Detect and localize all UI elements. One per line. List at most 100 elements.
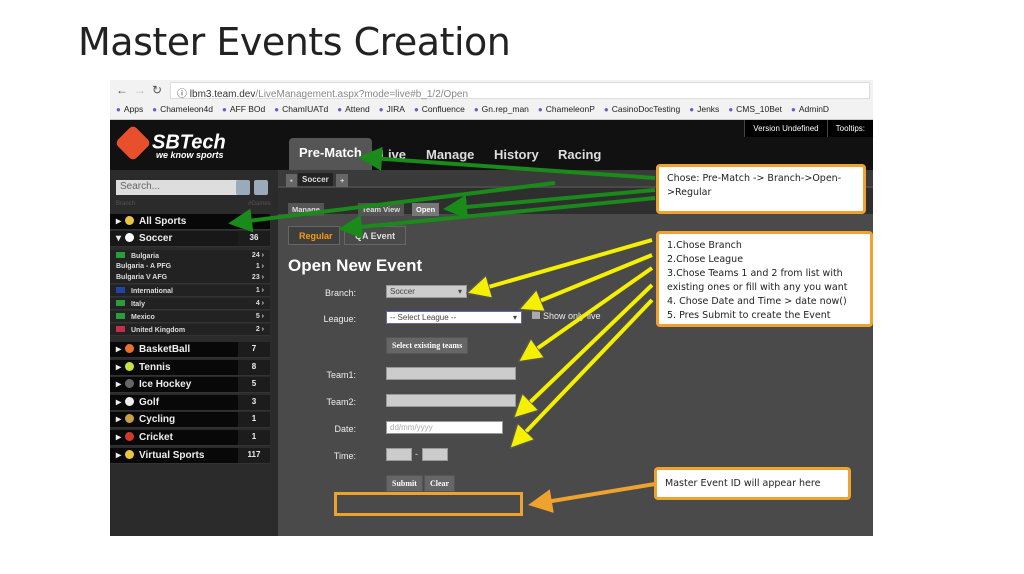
forward-icon[interactable]: → (134, 83, 146, 97)
branch-select[interactable]: Soccer ▾ (386, 285, 467, 298)
add-tab-icon[interactable]: + (336, 174, 349, 187)
bookmark-cms-10bet[interactable]: CMS_10Bet (728, 104, 782, 116)
callout-navigation: Chose: Pre-Match -> Branch->Open->Regula… (656, 164, 866, 214)
bookmark-attend[interactable]: Attend (337, 104, 370, 116)
search-icon[interactable] (236, 180, 250, 195)
step-text: 4. Chose Date and Time > date now() (667, 296, 847, 307)
tab-racing[interactable]: Racing (548, 140, 611, 170)
subtab-open[interactable]: Open (412, 203, 440, 216)
team2-input[interactable] (386, 394, 516, 407)
flag-icon (116, 313, 125, 319)
tab-regular[interactable]: Regular (288, 226, 340, 245)
team2-label: Team2: (326, 397, 356, 407)
sidebar-subitem[interactable]: Italy 4 › (110, 298, 270, 310)
logo-icon (114, 124, 152, 162)
flag-icon (116, 252, 125, 258)
master-event-id-field (334, 492, 523, 516)
hockey-puck-icon (125, 379, 135, 389)
medal-icon (125, 216, 135, 225)
date-input[interactable]: dd/mm/yyyy (386, 421, 503, 434)
time-separator: - (415, 449, 418, 459)
select-existing-teams-button[interactable]: Select existing teams (386, 337, 469, 354)
league-select[interactable]: -- Select League -- ▾ (386, 311, 522, 324)
bookmark-casinodoctesting[interactable]: CasinoDocTesting (604, 104, 681, 116)
url-input[interactable]: ⓘ lbm3.team.dev/LiveManagement.aspx?mode… (170, 82, 870, 100)
sidebar-subitem[interactable]: International 1 › (110, 285, 270, 297)
callout-steps: 1.Chose Branch 2.Chose League 3.Chose Team… (656, 231, 873, 327)
bookmark-chameleonp[interactable]: ChameleonP (538, 104, 595, 116)
sidebar-item-all-sports[interactable]: ▸ All Sports (110, 214, 270, 230)
sidebar-item-virtual-sports[interactable]: ▸ Virtual Sports 117 (110, 447, 270, 464)
callout-master-id: Master Event ID will appear here (654, 467, 851, 500)
branch-tab-soccer[interactable]: Soccer (298, 173, 333, 186)
sbtech-logo: SBTech we know sports (114, 124, 226, 162)
step-text: 1.Chose Branch (667, 240, 742, 251)
checkbox-icon (532, 311, 540, 319)
dropdown-icon: ▾ (512, 313, 517, 322)
bookmark-admind[interactable]: AdminD (791, 104, 829, 116)
branch-label: Branch: (324, 288, 356, 298)
flag-icon (116, 287, 125, 293)
refresh-icon[interactable] (254, 180, 268, 195)
team1-input[interactable] (386, 367, 516, 380)
bookmark-jenks[interactable]: Jenks (689, 104, 719, 116)
soccer-ball-icon (125, 233, 135, 242)
tennis-ball-icon (125, 361, 135, 371)
reload-icon[interactable]: ↻ (152, 83, 162, 97)
sidebar-subitem[interactable]: Bulgaria V AFG 23 › (110, 272, 270, 284)
bookmark-jira[interactable]: JIRA (379, 104, 405, 116)
sidebar-item-cycling[interactable]: ▸ Cycling 1 (110, 412, 270, 429)
bookmark-aff-bod[interactable]: AFF BOd (222, 104, 265, 116)
date-label: Date: (334, 424, 356, 434)
form-heading: Open New Event (288, 256, 423, 275)
sidebar: Search... Branch #Games ▸ All Sports ▾ Soc… (110, 170, 278, 536)
golf-ball-icon (125, 396, 135, 406)
sidebar-subitem[interactable]: United Kingdom 2 › (110, 324, 270, 336)
sidebar-item-golf[interactable]: ▸ Golf 3 (110, 394, 270, 411)
bookmark-apps[interactable]: Apps (116, 104, 143, 116)
sidebar-subitem[interactable]: Mexico 5 › (110, 311, 270, 323)
flag-icon (116, 300, 125, 306)
team1-label: Team1: (326, 370, 356, 380)
sidebar-item-tennis[interactable]: ▸ Tennis 8 (110, 359, 270, 376)
tab-qa-event[interactable]: QA Event (344, 226, 406, 245)
medal-icon (125, 449, 135, 459)
time-minute-input[interactable] (422, 448, 448, 461)
show-only-live-checkbox[interactable]: Show only live (532, 311, 601, 321)
tab-pre-match[interactable]: Pre-Match (289, 138, 372, 170)
close-tab-icon[interactable]: ▪ (286, 174, 297, 187)
step-text: 2.Chose League (667, 254, 744, 265)
league-label: League: (323, 314, 356, 324)
time-label: Time: (333, 451, 356, 461)
bookmark-chamiuatd[interactable]: ChamIUATd (274, 104, 328, 116)
flag-icon (116, 326, 125, 332)
bookmark-gn-rep-man[interactable]: Gn.rep_man (474, 104, 529, 116)
tab-manage[interactable]: Manage (416, 140, 484, 170)
tab-live[interactable]: Live (370, 140, 416, 170)
sidebar-item-soccer[interactable]: ▾ Soccer 36 (110, 231, 270, 247)
subtab-team-view[interactable]: Team View (358, 203, 405, 216)
games-header: #Games (248, 201, 271, 207)
subtab-manage[interactable]: Manage (288, 203, 324, 216)
bookmark-confluence[interactable]: Confluence (414, 104, 465, 116)
slide-title: Master Events Creation (78, 20, 511, 64)
sidebar-item-basketball[interactable]: ▸ BasketBall 7 (110, 342, 270, 358)
bookmark-chameleon4d[interactable]: Chameleon4d (152, 104, 213, 116)
tab-history[interactable]: History (484, 140, 549, 170)
version-label: Version Undefined (744, 120, 827, 137)
tooltips-toggle[interactable]: Tooltips: (826, 120, 873, 137)
clear-button[interactable]: Clear (424, 475, 456, 492)
back-icon[interactable]: ← (116, 83, 128, 97)
time-hour-input[interactable] (386, 448, 412, 461)
sidebar-item-cricket[interactable]: ▸ Cricket 1 (110, 430, 270, 446)
search-input[interactable]: Search... (116, 180, 238, 195)
cycling-icon (125, 414, 135, 424)
cricket-ball-icon (125, 432, 135, 441)
address-bar: ← → ↻ ⓘ lbm3.team.dev/LiveManagement.asp… (110, 80, 873, 101)
sidebar-item-ice-hockey[interactable]: ▸ Ice Hockey 5 (110, 377, 270, 394)
bookmarks-bar: Apps Chameleon4d AFF BOd ChamIUATd Attend JIR… (110, 101, 873, 120)
submit-button[interactable]: Submit (386, 475, 423, 492)
step-text: 3.Chose Teams 1 and 2 from list with exi… (667, 268, 848, 293)
step-text: 5. Pres Submit to create the Event (667, 310, 831, 321)
branch-header: Branch (116, 201, 136, 207)
